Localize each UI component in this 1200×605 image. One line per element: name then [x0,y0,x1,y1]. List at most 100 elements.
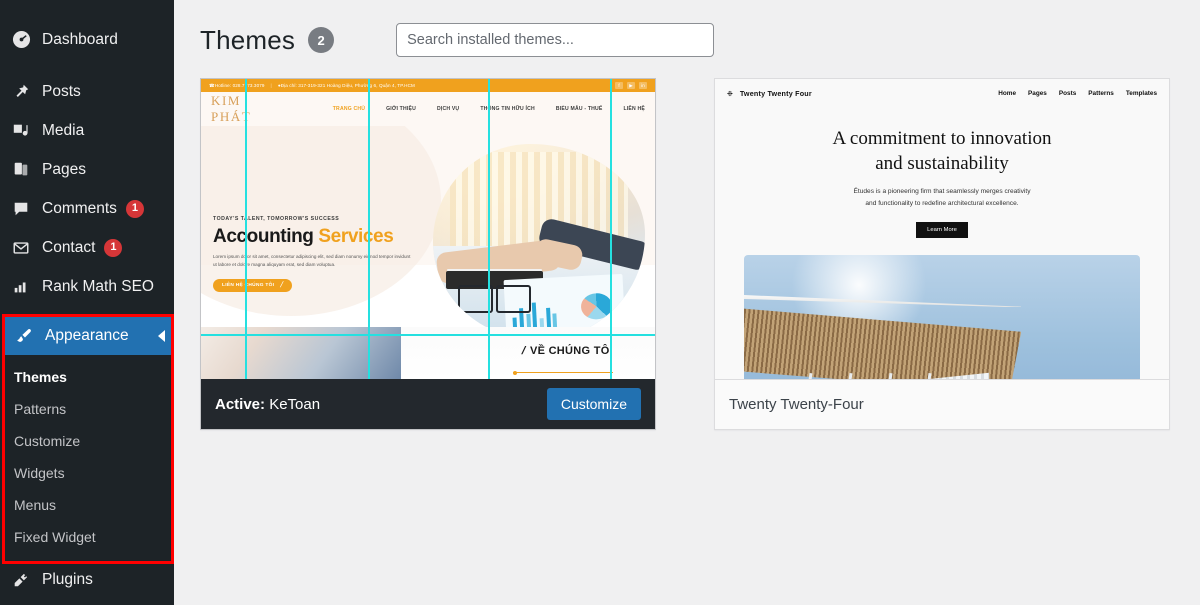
seo-icon [10,276,32,298]
sidebar-item-label: Plugins [42,570,93,588]
sidebar-item-posts[interactable]: Posts [0,72,174,111]
theme-count-badge: 2 [308,27,335,53]
sidebar-item-label: Comments [42,199,117,217]
preview-menu-item: GIỚI THIỆU [386,106,416,112]
theme-card-twenty-twenty-four[interactable]: ❉ Twenty Twenty Four Home Pages Posts Pa… [714,78,1170,430]
preview-brand-label: Twenty Twenty Four [739,89,812,98]
paintbrush-icon [13,327,35,345]
hero-title-part1: Accounting [213,226,314,247]
hero-title: Accounting Services [213,227,438,246]
hero-photo [433,144,645,340]
theme-status: Active: KeToan [215,396,320,413]
about-underline [513,372,613,373]
preview-menu-item: LIÊN HỆ [623,106,645,112]
theme-name: KeToan [269,395,321,413]
sidebar-subitem-themes[interactable]: Themes [5,361,171,393]
appearance-menu-group: Appearance Themes Patterns Customize Wid… [2,314,174,564]
sidebar-subitem-customize[interactable]: Customize [5,425,171,457]
about-heading-label: VỀ CHÚNG TÔI [529,345,613,357]
preview-nav-item: Posts [1058,90,1077,97]
hero-description: Lorem ipsum dolor sit amet, consectetur … [213,254,411,267]
pin-icon [10,81,32,103]
preview-headline: A commitment to innovation and sustainab… [727,126,1157,176]
preview-subtext-line1: Études is a pioneering firm that seamles… [853,188,1031,196]
sidebar-item-label: Posts [42,82,81,100]
preview-topbar: ☎ Hotline: 028.7773.3079 | ● Địa chỉ: 31… [201,79,655,92]
preview-subtext: Études is a pioneering firm that seamles… [727,186,1157,210]
hero-cta-button: LIÊN HỆ CHÚNG TÔI ╱ [213,278,293,292]
preview-nav-item: Home [998,90,1017,97]
sidebar-item-dashboard[interactable]: Dashboard [0,20,174,59]
hero-title-part2: Services [318,226,394,247]
sidebar-item-label: Dashboard [42,30,118,48]
preview-architecture-photo [744,255,1140,379]
customize-button[interactable]: Customize [546,388,641,420]
preview-menu-item: BIỂU MẪU - THUẾ [555,106,603,112]
preview-logo: KIM PHÁT [211,93,252,124]
wordpress-admin-screen: Dashboard Posts Media Pages Comments 1 C… [0,0,1200,605]
preview-body: ❉ Twenty Twenty Four Home Pages Posts Pa… [715,79,1169,379]
sidebar-item-appearance[interactable]: Appearance [5,317,171,355]
about-heading: / VỀ CHÚNG TÔI [519,345,613,357]
preview-cta-button: Learn More [916,221,968,238]
preview-hero: A commitment to innovation and sustainab… [727,126,1157,238]
sidebar-item-pages[interactable]: Pages [0,150,174,189]
preview-navbar: KIM PHÁT TRANG CHỦ GIỚI THIỆU DỊCH VỤ TH… [201,92,655,126]
theme-status-label: Active: [215,395,266,413]
sidebar-item-label: Rank Math SEO [42,277,154,295]
envelope-icon [10,237,32,259]
page-header: Themes 2 [174,0,1200,62]
sidebar-subitem-fixed-widget[interactable]: Fixed Widget [5,521,171,553]
comment-icon [10,198,32,220]
preview-hotline: Hotline: 028.7773.3079 [214,83,265,88]
preview-social-links: f ▶ in [615,82,647,89]
preview-address: Địa chỉ: 317-319-321 Hoàng Diệu, Phường … [280,83,415,88]
page-scrollbar[interactable] [1192,0,1200,605]
sidebar-item-comments[interactable]: Comments 1 [0,189,174,228]
themes-page: Themes 2 ☎ Hotline: 028.7773.3079 | ● Đị… [174,0,1200,605]
theme-name: Twenty Twenty-Four [729,396,864,413]
photo-glasses [458,285,531,313]
media-icon [10,120,32,142]
theme-card-ketoan[interactable]: ☎ Hotline: 028.7773.3079 | ● Địa chỉ: 31… [200,78,656,430]
theme-screenshot-twenty-twenty-four: ❉ Twenty Twenty Four Home Pages Posts Pa… [715,79,1169,379]
preview-menu: TRANG CHỦ GIỚI THIỆU DỊCH VỤ THÔNG TIN H… [333,106,645,112]
page-title: Themes [200,24,296,55]
theme-card-footer-twenty-twenty-four: Twenty Twenty-Four [715,379,1169,429]
search-input[interactable] [396,23,715,57]
sidebar-item-rank-math-seo[interactable]: Rank Math SEO [0,267,174,306]
theme-card-footer-ketoan: Active: KeToan Customize [201,379,655,429]
sidebar-subitem-widgets[interactable]: Widgets [5,457,171,489]
themes-grid: ☎ Hotline: 028.7773.3079 | ● Địa chỉ: 31… [174,62,1200,430]
status-badge: 1 [125,199,144,218]
topbar-divider: | [270,83,272,88]
about-dot [513,371,517,375]
hero-copy: TODAY'S TALENT, TOMORROW'S SUCCESS Accou… [213,216,438,292]
preview-headline-line2: and sustainability [875,153,1009,175]
youtube-icon: ▶ [627,82,635,89]
sidebar-item-plugins[interactable]: Plugins [0,560,174,599]
sidebar-divider [0,59,174,72]
admin-sidebar: Dashboard Posts Media Pages Comments 1 C… [0,0,174,605]
status-badge: 1 [104,238,123,257]
slash-icon: / [519,345,527,357]
sidebar-item-label: Media [42,121,85,139]
hero-kicker: TODAY'S TALENT, TOMORROW'S SUCCESS [213,216,340,222]
sidebar-subitem-patterns[interactable]: Patterns [5,393,171,425]
preview-menu-item: TRANG CHỦ [332,106,366,112]
preview-nav-item: Templates [1125,90,1157,97]
preview-header: ❉ Twenty Twenty Four Home Pages Posts Pa… [727,89,1157,98]
sidebar-subitem-menus[interactable]: Menus [5,489,171,521]
sidebar-item-contact[interactable]: Contact 1 [0,228,174,267]
preview-nav-item: Pages [1028,90,1047,97]
appearance-submenu: Themes Patterns Customize Widgets Menus … [5,355,171,561]
preview-menu-item: THÔNG TIN HỮU ÍCH [480,106,535,112]
sidebar-item-label: Appearance [45,327,129,344]
pencil-icon: ╱ [280,282,284,288]
preview-nav-item: Patterns [1088,90,1114,97]
hero-cta-label: LIÊN HỆ CHÚNG TÔI [222,282,275,288]
facebook-icon: f [615,82,623,89]
about-photo [201,327,401,379]
preview-about-section: / VỀ CHÚNG TÔI [201,327,655,379]
sidebar-item-media[interactable]: Media [0,111,174,150]
